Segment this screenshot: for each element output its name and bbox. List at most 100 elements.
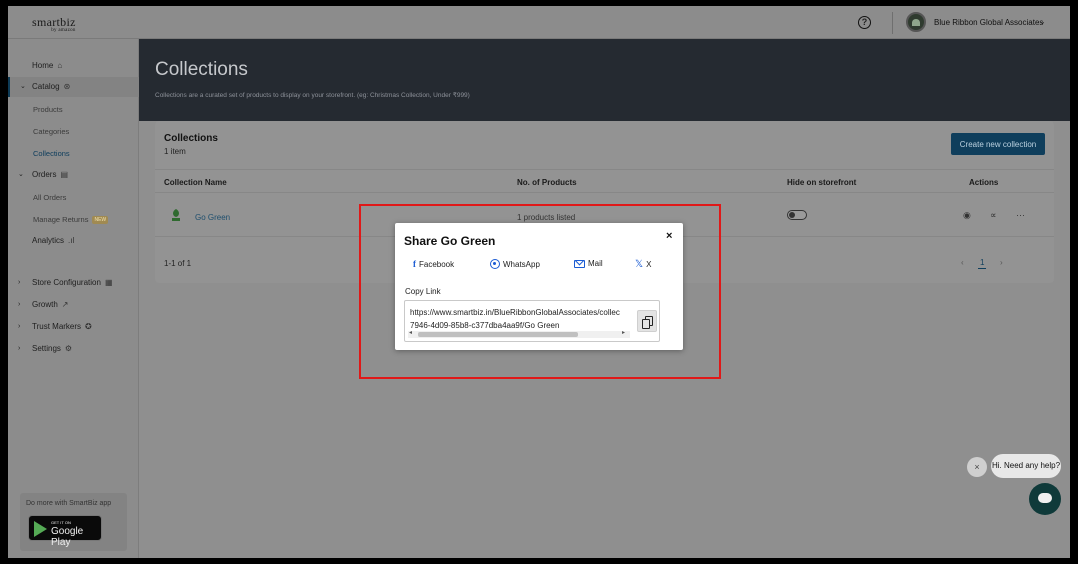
gear-icon: ⚙: [64, 344, 73, 353]
share-link-text[interactable]: https://www.smartbiz.in/BlueRibbonGlobal…: [410, 306, 632, 332]
sidebar-item-collections[interactable]: Collections: [8, 144, 139, 164]
go-green-thumbnail-icon: [172, 209, 180, 221]
smartbiz-logo[interactable]: smartbiz by amazon: [32, 15, 76, 33]
app-frame: smartbiz by amazon ? Blue Ribbon Global …: [8, 6, 1070, 558]
sidebar-item-trust-markers[interactable]: › Trust Markers ✪: [8, 317, 139, 337]
sidebar-item-label: Categories: [33, 127, 70, 136]
whatsapp-icon: [490, 259, 500, 269]
column-header-hide-on-storefront: Hide on storefront: [787, 178, 857, 187]
chat-help-bubble[interactable]: Hi. Need any help?: [991, 454, 1061, 478]
clipboard-icon: ▤: [60, 170, 69, 179]
google-play-small-text: GET IT ON: [51, 520, 71, 525]
new-badge: NEW: [92, 216, 109, 225]
share-whatsapp-button[interactable]: WhatsApp: [490, 259, 540, 269]
chat-icon[interactable]: [1029, 483, 1061, 515]
sidebar-item-label: Trust Markers: [32, 322, 82, 331]
share-icon[interactable]: ∝: [990, 210, 996, 221]
chevron-right-icon: ›: [18, 345, 21, 352]
sidebar-item-categories[interactable]: Categories: [8, 122, 139, 142]
sidebar-item-label: All Orders: [33, 193, 67, 202]
scrollbar-thumb[interactable]: [418, 332, 578, 337]
copy-icon[interactable]: [637, 310, 657, 332]
chevron-left-icon[interactable]: ‹: [961, 258, 964, 267]
account-name[interactable]: Blue Ribbon Global Associates: [934, 18, 1043, 27]
sidebar-item-label: Catalog: [32, 82, 60, 91]
sidebar-item-catalog[interactable]: ⌄ Catalog ⊛: [8, 77, 139, 97]
scroll-right-arrow-icon[interactable]: ▸: [622, 329, 625, 336]
column-header-actions: Actions: [969, 178, 999, 187]
sidebar-item-label: Manage Returns: [33, 215, 89, 224]
chevron-right-icon: ›: [18, 301, 21, 308]
store-icon: ▦: [104, 278, 113, 287]
chevron-down-icon: ⌄: [18, 171, 24, 178]
chevron-right-icon: ›: [18, 323, 21, 330]
more-options-icon[interactable]: ···: [1016, 210, 1025, 220]
share-link-line-1: https://www.smartbiz.in/BlueRibbonGlobal…: [410, 308, 620, 317]
mail-icon: [574, 259, 585, 268]
google-play-label: Google Play: [51, 526, 84, 548]
pagination-current-page[interactable]: 1: [978, 258, 987, 269]
collection-name-link[interactable]: Go Green: [195, 213, 230, 222]
home-icon: ⌂: [57, 61, 63, 70]
avatar[interactable]: [906, 12, 926, 32]
modal-title: Share Go Green: [404, 234, 496, 248]
x-logo-icon: 𝕏: [635, 259, 644, 270]
chevron-down-icon[interactable]: ⌄: [1039, 17, 1046, 26]
share-option-label: Facebook: [419, 259, 455, 269]
share-link-field[interactable]: https://www.smartbiz.in/BlueRibbonGlobal…: [404, 300, 660, 342]
create-new-collection-button[interactable]: Create new collection: [951, 133, 1045, 155]
top-divider: [892, 12, 893, 34]
question-circle-icon[interactable]: ?: [858, 16, 871, 29]
eye-icon[interactable]: ◉: [963, 210, 971, 221]
bar-chart-icon: .ıl: [68, 236, 75, 245]
google-play-icon: [34, 521, 47, 537]
app-promo-text: Do more with SmartBiz app: [26, 500, 112, 507]
item-count: 1 item: [164, 147, 186, 156]
sidebar-item-label: Collections: [33, 149, 70, 158]
sidebar-item-orders[interactable]: ⌄ Orders ▤: [8, 165, 139, 185]
chevron-right-icon: ›: [18, 279, 21, 286]
close-icon[interactable]: ×: [666, 230, 672, 242]
share-option-label: X: [646, 260, 652, 269]
logo-text: smartbiz: [32, 15, 76, 29]
share-facebook-button[interactable]: f Facebook: [413, 259, 454, 269]
app-promo: Do more with SmartBiz app GET IT ON Goog…: [20, 493, 127, 551]
sidebar-item-home[interactable]: Home ⌂: [8, 56, 139, 76]
share-modal: Share Go Green × f Facebook WhatsApp Mai…: [395, 223, 683, 350]
chat-close-icon[interactable]: ×: [967, 457, 987, 477]
sidebar-item-all-orders[interactable]: All Orders: [8, 188, 139, 208]
page-subtitle: Collections are a curated set of product…: [155, 92, 470, 99]
share-option-label: Mail: [588, 259, 603, 268]
sidebar-item-label: Growth: [32, 300, 58, 309]
sidebar-item-products[interactable]: Products: [8, 100, 139, 120]
column-header-collection-name: Collection Name: [164, 178, 227, 187]
hide-on-storefront-toggle[interactable]: [787, 210, 807, 220]
sidebar-item-label: Home: [32, 61, 54, 70]
copy-link-label: Copy Link: [405, 287, 441, 296]
sidebar-item-settings[interactable]: › Settings ⚙: [8, 339, 139, 359]
pagination-range: 1-1 of 1: [164, 259, 192, 268]
scroll-left-arrow-icon[interactable]: ◂: [409, 329, 412, 336]
sidebar-item-manage-returns[interactable]: Manage Returns NEW: [8, 210, 139, 230]
google-play-button[interactable]: GET IT ON Google Play: [28, 515, 102, 548]
page-header: Collections Collections are a curated se…: [139, 39, 1070, 121]
tag-icon: ⊛: [63, 82, 71, 91]
sidebar-item-analytics[interactable]: Analytics .ıl: [8, 231, 139, 251]
chevron-right-icon[interactable]: ›: [1000, 258, 1003, 267]
column-header-no-of-products: No. of Products: [517, 178, 577, 187]
card-title: Collections: [164, 133, 218, 144]
top-bar: smartbiz by amazon ? Blue Ribbon Global …: [8, 6, 1070, 39]
facebook-icon: f: [413, 259, 416, 269]
trend-up-icon: ↗: [61, 300, 69, 309]
sidebar: Home ⌂ ⌄ Catalog ⊛ Products Categories Col…: [8, 39, 139, 558]
share-x-button[interactable]: 𝕏 X: [635, 259, 651, 270]
share-mail-button[interactable]: Mail: [574, 259, 603, 268]
horizontal-scrollbar[interactable]: ◂ ▸: [408, 329, 630, 338]
sidebar-item-store-configuration[interactable]: › Store Configuration ▦: [8, 273, 139, 293]
page-title: Collections: [155, 59, 248, 80]
sidebar-item-label: Analytics: [32, 236, 65, 245]
share-option-label: WhatsApp: [503, 259, 540, 269]
sidebar-item-label: Products: [33, 105, 63, 114]
sidebar-item-label: Store Configuration: [32, 278, 101, 287]
sidebar-item-growth[interactable]: › Growth ↗: [8, 295, 139, 315]
